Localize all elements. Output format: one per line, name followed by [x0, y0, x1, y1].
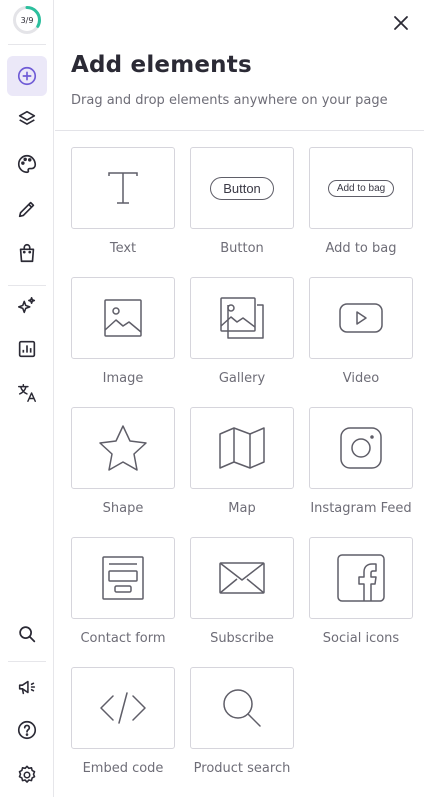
element-tile-preview[interactable]: [71, 537, 175, 619]
element-tile-video[interactable]: Video: [309, 277, 413, 386]
element-tile-social-icons[interactable]: Social icons: [309, 537, 413, 646]
plus-circle-icon: [17, 66, 37, 86]
element-tile-label: Product search: [193, 761, 291, 776]
palette-icon: [18, 154, 37, 174]
element-tile-label: Gallery: [218, 371, 266, 386]
element-tile-preview[interactable]: Add to bag: [309, 147, 413, 229]
rail-layers-button[interactable]: [7, 99, 47, 139]
element-tile-shape[interactable]: Shape: [71, 407, 175, 516]
element-tile-label: Instagram Feed: [310, 501, 412, 516]
element-tile-preview[interactable]: [190, 537, 294, 619]
star-icon: [99, 425, 147, 471]
element-tile-label: Contact form: [80, 631, 166, 646]
rail-ai-tools-button[interactable]: [7, 286, 47, 326]
translate-icon: [18, 384, 36, 402]
element-tile-button[interactable]: Button Button: [190, 147, 294, 256]
rail-search-button[interactable]: [7, 614, 47, 654]
code-icon: [100, 692, 146, 724]
envelope-icon: [219, 562, 265, 594]
rail-add-elements-button[interactable]: [7, 56, 47, 96]
element-tile-label: Embed code: [82, 761, 164, 776]
element-tile-preview[interactable]: [190, 277, 294, 359]
element-tile-preview[interactable]: [190, 667, 294, 749]
search-icon: [223, 689, 261, 727]
element-tile-map[interactable]: Map: [190, 407, 294, 516]
rail-theme-button[interactable]: [7, 144, 47, 184]
element-tile-preview[interactable]: [71, 277, 175, 359]
element-tile-label: Button: [220, 241, 264, 256]
rail-translate-button[interactable]: [7, 373, 47, 413]
element-tile-preview[interactable]: [309, 537, 413, 619]
panel-subtitle: Drag and drop elements anywhere on your …: [71, 93, 388, 108]
element-tile-add-to-bag[interactable]: Add to bag Add to bag: [309, 147, 413, 256]
rail-settings-button[interactable]: [7, 755, 47, 795]
element-tile-product-search[interactable]: Product search: [190, 667, 294, 776]
element-tile-gallery[interactable]: Gallery: [190, 277, 294, 386]
element-tile-preview[interactable]: [71, 407, 175, 489]
sidebar-rail: 3/9: [0, 0, 54, 797]
shopping-bag-icon: [19, 243, 35, 263]
rail-analytics-button[interactable]: [7, 329, 47, 369]
pencil-icon: [18, 201, 35, 218]
form-icon: [102, 556, 144, 600]
element-tile-label: Shape: [102, 501, 144, 516]
gear-icon: [18, 765, 36, 783]
rail-marketing-button[interactable]: [7, 667, 47, 707]
header-divider: [55, 130, 424, 131]
close-button[interactable]: [390, 12, 412, 34]
element-tile-label: Map: [228, 501, 256, 516]
search-icon: [19, 626, 36, 643]
element-tile-label: Image: [102, 371, 144, 386]
rail-help-button[interactable]: [7, 710, 47, 750]
progress-ring[interactable]: 3/9: [12, 5, 42, 35]
megaphone-icon: [18, 680, 36, 695]
add-to-bag-preview: Add to bag: [327, 179, 395, 197]
element-tile-embed-code[interactable]: Embed code: [71, 667, 175, 776]
panel-title: Add elements: [71, 52, 252, 78]
element-tile-preview[interactable]: Button: [190, 147, 294, 229]
element-tile-text[interactable]: Text: [71, 147, 175, 256]
button-preview: Button: [210, 176, 274, 200]
progress-label: 3/9: [20, 15, 34, 25]
rail-divider: [8, 661, 46, 662]
chart-icon: [18, 340, 36, 358]
instagram-icon: [340, 427, 382, 469]
add-elements-panel: Add elements Drag and drop elements anyw…: [55, 0, 424, 797]
rail-divider: [8, 44, 46, 45]
sparkles-icon: [17, 296, 36, 314]
layers-icon: [18, 110, 36, 125]
element-tile-subscribe[interactable]: Subscribe: [190, 537, 294, 646]
element-tile-label: Text: [109, 241, 137, 256]
element-tile-label: Subscribe: [210, 631, 274, 646]
close-icon: [394, 16, 408, 30]
image-icon: [104, 299, 142, 337]
map-icon: [219, 427, 265, 469]
element-tile-preview[interactable]: [309, 277, 413, 359]
help-icon: [17, 720, 37, 740]
element-tile-label: Add to bag: [325, 241, 397, 256]
gallery-icon: [220, 297, 264, 339]
video-icon: [339, 303, 383, 333]
element-tile-preview[interactable]: [71, 667, 175, 749]
facebook-icon: [337, 554, 385, 602]
element-tile-preview[interactable]: [190, 407, 294, 489]
element-tile-preview[interactable]: [71, 147, 175, 229]
rail-edit-button[interactable]: [7, 189, 47, 229]
element-tile-preview[interactable]: [309, 407, 413, 489]
element-tile-image[interactable]: Image: [71, 277, 175, 386]
element-tile-instagram-feed[interactable]: Instagram Feed: [309, 407, 413, 516]
element-tile-label: Social icons: [322, 631, 400, 646]
element-tile-label: Video: [342, 371, 380, 386]
element-tile-contact-form[interactable]: Contact form: [71, 537, 175, 646]
text-icon: [108, 172, 138, 204]
rail-store-button[interactable]: [7, 233, 47, 273]
